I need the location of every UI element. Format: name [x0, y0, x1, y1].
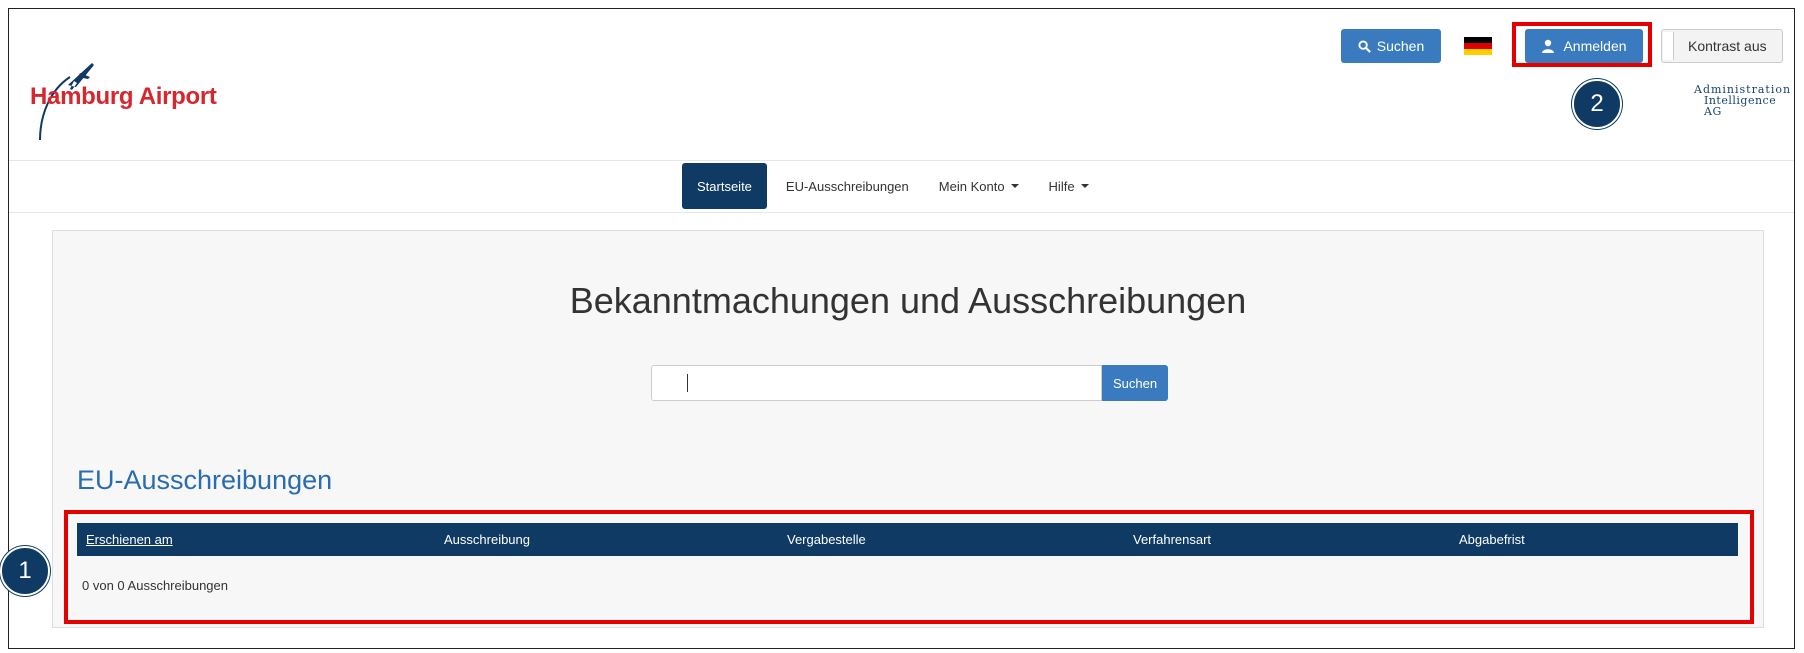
contrast-label: Kontrast aus: [1688, 38, 1767, 54]
nav-hilfe-label: Hilfe: [1048, 178, 1075, 194]
nav-startseite[interactable]: Startseite: [682, 163, 767, 209]
toggle-knob: [1663, 32, 1674, 60]
annotation-marker-1: 1: [0, 546, 50, 596]
text-cursor: [687, 374, 688, 392]
contrast-toggle[interactable]: Kontrast aus: [1661, 29, 1783, 63]
header-search-label: Suchen: [1376, 38, 1425, 54]
caret-down-icon: [1080, 184, 1089, 188]
language-flag-german[interactable]: [1464, 37, 1492, 55]
search-input[interactable]: [651, 365, 1102, 401]
header-search-button[interactable]: Suchen: [1341, 29, 1441, 63]
administration-intelligence-logo[interactable]: Administration Intelligence AG: [1694, 84, 1790, 117]
search-submit-button[interactable]: Suchen: [1102, 365, 1168, 401]
search-icon: [1358, 39, 1371, 53]
logo-text[interactable]: Hamburg Airport: [30, 83, 217, 111]
main-nav: Startseite EU-Ausschreibungen Mein Konto…: [682, 163, 1104, 209]
partner-logo-line2: Intelligence AG: [1704, 94, 1777, 118]
annotation-marker-2: 2: [1572, 79, 1622, 129]
nav-mein-konto-label: Mein Konto: [938, 178, 1005, 194]
nav-eu-ausschreibungen[interactable]: EU-Ausschreibungen: [771, 163, 924, 209]
section-title: EU-Ausschreibungen: [77, 465, 333, 495]
page-title: Bekanntmachungen und Ausschreibungen: [569, 280, 1247, 321]
nav-startseite-label: Startseite: [697, 178, 752, 194]
highlight-box-table: [64, 510, 1754, 624]
nav-hilfe[interactable]: Hilfe: [1034, 163, 1104, 209]
highlight-box-login: [1512, 22, 1652, 67]
caret-down-icon: [1010, 184, 1019, 188]
nav-eu-ausschreibungen-label: EU-Ausschreibungen: [785, 178, 909, 194]
nav-mein-konto[interactable]: Mein Konto: [924, 163, 1034, 209]
